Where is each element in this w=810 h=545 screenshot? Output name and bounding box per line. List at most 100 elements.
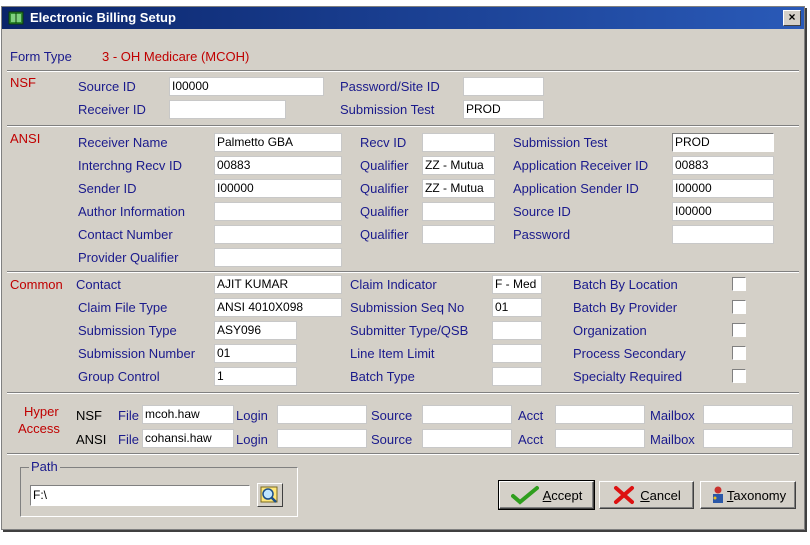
- ansi-acct-field[interactable]: [555, 429, 645, 448]
- nsf-section-label: NSF: [10, 75, 36, 90]
- divider: [7, 70, 799, 72]
- nsf-submission-test-label: Submission Test: [340, 102, 435, 117]
- ansi-login-field[interactable]: [277, 429, 367, 448]
- app-receiver-id-label: Application Receiver ID: [513, 158, 649, 173]
- receiver-name-field[interactable]: Palmetto GBA: [214, 133, 342, 152]
- nsf-file-field[interactable]: mcoh.haw: [142, 405, 234, 424]
- nsf-password-label: Password/Site ID: [340, 79, 440, 94]
- batch-by-location-checkbox[interactable]: [732, 277, 746, 291]
- ansi-source-id-field[interactable]: I00000: [672, 202, 774, 221]
- sender-id-label: Sender ID: [78, 181, 137, 196]
- submission-seq-field[interactable]: 01: [492, 298, 542, 317]
- claim-indicator-select[interactable]: F - Med: [492, 275, 542, 294]
- ansi-password-field[interactable]: [672, 225, 774, 244]
- magnifier-icon: [260, 486, 278, 503]
- process-secondary-label: Process Secondary: [573, 346, 686, 361]
- form-type-value: 3 - OH Medicare (MCOH): [102, 49, 250, 64]
- close-button[interactable]: ×: [783, 10, 801, 26]
- specialty-required-checkbox[interactable]: [732, 369, 746, 383]
- batch-by-location-label: Batch By Location: [573, 277, 678, 292]
- provider-qualifier-label: Provider Qualifier: [78, 250, 179, 265]
- window-title: Electronic Billing Setup: [30, 10, 176, 25]
- accept-label: ccept: [551, 487, 583, 503]
- line-item-limit-field[interactable]: [492, 344, 542, 363]
- specialty-required-label: Specialty Required: [573, 369, 683, 384]
- ansi-submission-test-field[interactable]: PROD: [672, 133, 774, 152]
- contact-field[interactable]: AJIT KUMAR: [214, 275, 342, 294]
- qualifier-select[interactable]: ZZ - Mutua: [422, 179, 495, 198]
- cancel-button[interactable]: Cancel: [599, 481, 694, 509]
- group-control-label: Group Control: [78, 369, 160, 384]
- ansi-hyper-label: ANSI: [76, 432, 107, 447]
- claim-file-type-select[interactable]: ANSI 4010X098: [214, 298, 342, 317]
- nsf-acct-label: Acct: [518, 408, 544, 423]
- batch-by-provider-checkbox[interactable]: [732, 300, 746, 314]
- qualifier-select[interactable]: ZZ - Mutua: [422, 156, 495, 175]
- nsf-source-id-label: Source ID: [78, 79, 136, 94]
- ansi-login-label: Login: [236, 432, 268, 447]
- access-label: Access: [18, 421, 60, 436]
- submission-number-field[interactable]: 01: [214, 344, 297, 363]
- common-section-label: Common: [10, 277, 63, 292]
- nsf-source-id-field[interactable]: I00000: [169, 77, 324, 96]
- ansi-mailbox-field[interactable]: [703, 429, 793, 448]
- provider-qualifier-field[interactable]: [214, 248, 342, 267]
- divider: [7, 271, 799, 273]
- line-item-limit-label: Line Item Limit: [350, 346, 435, 361]
- divider: [7, 125, 799, 127]
- contact-label: Contact: [76, 277, 121, 292]
- contact-number-field[interactable]: [214, 225, 342, 244]
- submission-seq-label: Submission Seq No: [350, 300, 465, 315]
- author-information-field[interactable]: [214, 202, 342, 221]
- submission-type-field[interactable]: ASY096: [214, 321, 297, 340]
- app-receiver-id-field[interactable]: 00883: [672, 156, 774, 175]
- browse-path-button[interactable]: [257, 483, 283, 507]
- group-control-field[interactable]: 1: [214, 367, 297, 386]
- accept-accel: A: [542, 487, 552, 503]
- title-bar[interactable]: Electronic Billing Setup ×: [2, 7, 804, 29]
- ansi-section-label: ANSI: [10, 131, 41, 146]
- qualifier-label: Qualifier: [360, 181, 409, 196]
- ansi-password-label: Password: [513, 227, 571, 242]
- nsf-source-field[interactable]: [422, 405, 512, 424]
- nsf-receiver-id-field[interactable]: [169, 100, 286, 119]
- submitter-type-label: Submitter Type/QSB: [350, 323, 469, 338]
- submitter-type-field[interactable]: [492, 321, 542, 340]
- ansi-file-label: File: [118, 432, 139, 447]
- ansi-source-field[interactable]: [422, 429, 512, 448]
- organization-label: Organization: [573, 323, 647, 338]
- claim-file-type-label: Claim File Type: [78, 300, 168, 315]
- interchng-recv-id-label: Interchng Recv ID: [78, 158, 183, 173]
- nsf-password-field[interactable]: [463, 77, 544, 96]
- nsf-receiver-id-label: Receiver ID: [78, 102, 146, 117]
- interchng-recv-id-field[interactable]: 00883: [214, 156, 342, 175]
- app-sender-id-field[interactable]: I00000: [672, 179, 774, 198]
- recv-id-field[interactable]: [422, 133, 495, 152]
- nsf-acct-field[interactable]: [555, 405, 645, 424]
- taxonomy-button[interactable]: Taxonomy: [700, 481, 796, 509]
- batch-type-field[interactable]: [492, 367, 542, 386]
- nsf-login-label: Login: [236, 408, 268, 423]
- divider: [7, 453, 799, 455]
- nsf-login-field[interactable]: [277, 405, 367, 424]
- contact-number-label: Contact Number: [78, 227, 173, 242]
- path-label: Path: [29, 459, 60, 474]
- path-field[interactable]: F:\: [30, 485, 250, 506]
- nsf-source-label: Source: [371, 408, 413, 423]
- submission-number-label: Submission Number: [78, 346, 196, 361]
- author-information-label: Author Information: [78, 204, 185, 219]
- accept-button[interactable]: Accept: [498, 480, 595, 510]
- qualifier-select[interactable]: [422, 225, 495, 244]
- nsf-submission-test-field[interactable]: PROD: [463, 100, 544, 119]
- organization-checkbox[interactable]: [732, 323, 746, 337]
- ansi-acct-label: Acct: [518, 432, 544, 447]
- cancel-accel: C: [640, 487, 650, 503]
- qualifier-select[interactable]: [422, 202, 495, 221]
- process-secondary-checkbox[interactable]: [732, 346, 746, 360]
- receiver-name-label: Receiver Name: [78, 135, 168, 150]
- nsf-mailbox-field[interactable]: [703, 405, 793, 424]
- cancel-label: ancel: [649, 487, 681, 503]
- sender-id-field[interactable]: I00000: [214, 179, 342, 198]
- ansi-file-field[interactable]: cohansi.haw: [142, 429, 234, 448]
- batch-by-provider-label: Batch By Provider: [573, 300, 678, 315]
